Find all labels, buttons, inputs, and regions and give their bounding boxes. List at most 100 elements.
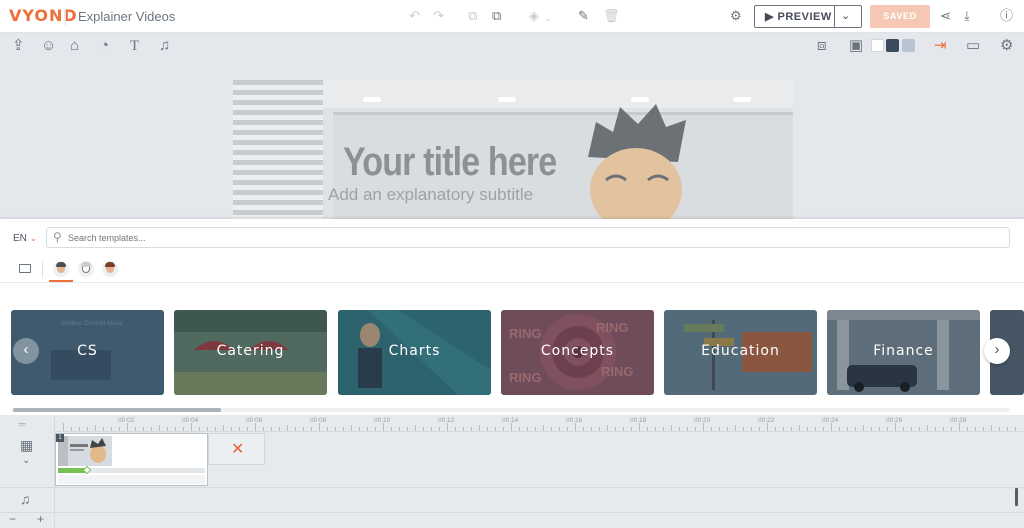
ruler-tick (479, 425, 480, 431)
ruler-tick (575, 423, 576, 431)
character-figure[interactable] (578, 102, 698, 220)
scene-canvas[interactable]: Your title here Add an explanatory subti… (233, 80, 793, 220)
language-selector[interactable]: EN ⌄ (13, 233, 37, 244)
ruler-tick (639, 423, 640, 431)
layers-icon[interactable]: ◈ (529, 8, 539, 24)
vyond-logo[interactable]: VYOND (9, 6, 78, 25)
template-card-education[interactable]: Education (664, 310, 817, 395)
ruler-label: 00:06 (246, 417, 263, 424)
chart-icon[interactable]: ◔ (100, 37, 109, 55)
style-whiteboard-avatar[interactable] (78, 261, 94, 277)
prop-icon[interactable]: ⌂ (70, 37, 79, 55)
swatch-light[interactable] (902, 39, 915, 52)
scene-clip[interactable]: 1 (55, 433, 208, 486)
search-input[interactable] (68, 230, 968, 245)
template-scrollbar[interactable] (11, 408, 1010, 412)
film-icon[interactable]: ▦ (20, 437, 33, 454)
carousel-next-button[interactable]: › (984, 338, 1010, 364)
ruler-label: 00:22 (758, 417, 775, 424)
ruler-tick (359, 427, 360, 431)
share-icon[interactable]: ⋖ (940, 8, 951, 24)
music-icon[interactable]: ♫ (20, 491, 31, 507)
ruler-tick (215, 427, 216, 431)
paste-icon[interactable]: ⧉ (492, 8, 501, 24)
project-title[interactable]: Explainer Videos (78, 9, 175, 24)
chevron-down-icon[interactable]: ⌄ (841, 9, 850, 22)
ruler-tick (79, 427, 80, 431)
ruler-tick (207, 427, 208, 431)
ruler-tick (567, 427, 568, 431)
timeline-ruler[interactable]: 00:02 00:04 00:06 00:08 00:10 00:12 00:14 00:16… (55, 415, 1024, 432)
ruler-tick (927, 425, 928, 431)
scene-subtitle[interactable]: Add an explanatory subtitle (328, 185, 533, 205)
close-icon: ✕ (231, 441, 245, 458)
template-card-catering[interactable]: Catering (174, 310, 327, 395)
chevron-down-icon[interactable]: ⌄ (544, 10, 552, 26)
download-icon[interactable]: ⤓ (964, 8, 970, 24)
ruler-label: 00:04 (182, 417, 199, 424)
exit-icon[interactable]: ⇥ (934, 37, 947, 55)
saved-button[interactable]: SAVED (870, 5, 930, 28)
minus-icon[interactable]: − (9, 512, 16, 526)
ruler-tick (687, 427, 688, 431)
ruler-tick (615, 427, 616, 431)
preview-button[interactable]: ▶ PREVIEW ⌄ (754, 5, 862, 28)
divider (0, 282, 1024, 283)
image-icon[interactable]: ▣ (849, 37, 863, 55)
timeline-scrollbar[interactable] (1015, 488, 1018, 506)
camera-icon[interactable]: ▭ (966, 37, 980, 55)
undo-icon[interactable]: ↶ (409, 8, 420, 24)
ruler-tick (855, 427, 856, 431)
scene-subtrack (58, 475, 205, 484)
scrollbar-thumb[interactable] (13, 408, 221, 412)
ruler-tick (231, 427, 232, 431)
upload-icon[interactable]: ⇪ (12, 37, 25, 55)
ruler-tick (535, 427, 536, 431)
chevron-down-icon[interactable]: ⌄ (22, 455, 30, 466)
music-icon[interactable]: ♫ (159, 37, 170, 55)
template-card-concepts[interactable]: RING RING RING RING Concepts (501, 310, 654, 395)
style-business-avatar[interactable] (53, 261, 69, 277)
redo-icon[interactable]: ↷ (433, 8, 444, 24)
swap-icon[interactable]: ⧈ (817, 37, 827, 55)
template-search[interactable]: ⚲ (46, 227, 1010, 248)
ruler-tick (399, 427, 400, 431)
preview-label: ▶ PREVIEW (765, 11, 832, 23)
scene-title[interactable]: Your title here (343, 140, 557, 185)
delete-scene-button[interactable]: ✕ (208, 433, 265, 465)
ruler-label: 00:08 (310, 417, 327, 424)
ruler-tick (999, 427, 1000, 431)
ruler-tick (559, 427, 560, 431)
brush-icon[interactable]: ✎ (578, 8, 589, 24)
swatch-dark[interactable] (886, 39, 899, 52)
drag-handle-icon[interactable]: ═ (19, 419, 25, 429)
folder-icon[interactable] (19, 264, 31, 273)
style-contemporary-avatar[interactable] (102, 261, 118, 277)
divider (0, 512, 1024, 513)
ruler-tick (431, 427, 432, 431)
template-card-finance[interactable]: Finance (827, 310, 980, 395)
ruler-tick (319, 423, 320, 431)
template-card-charts[interactable]: Charts (338, 310, 491, 395)
carousel-prev-button[interactable]: ‹ (13, 338, 39, 364)
ruler-tick (295, 427, 296, 431)
character-icon[interactable]: ☺ (41, 37, 56, 55)
ruler-tick (655, 427, 656, 431)
ruler-label: 00:26 (886, 417, 903, 424)
scene-duration-bar[interactable] (58, 465, 205, 475)
ruler-tick (679, 427, 680, 431)
scene-thumbnail (58, 436, 112, 466)
window-blinds (233, 80, 323, 220)
settings-icon[interactable]: ⚙ (730, 8, 742, 24)
ruler-tick (287, 425, 288, 431)
plus-icon[interactable]: + (37, 512, 44, 526)
copy-icon[interactable]: ⧉ (468, 8, 477, 24)
ruler-tick (415, 425, 416, 431)
swatch-white[interactable] (871, 39, 884, 52)
text-icon[interactable]: T (130, 37, 139, 55)
gear-icon[interactable]: ⚙ (1000, 37, 1013, 55)
ruler-tick (519, 427, 520, 431)
trash-icon[interactable]: 🗑 (603, 8, 620, 24)
help-icon[interactable]: ⓘ (1000, 8, 1013, 24)
ruler-tick (95, 425, 96, 431)
